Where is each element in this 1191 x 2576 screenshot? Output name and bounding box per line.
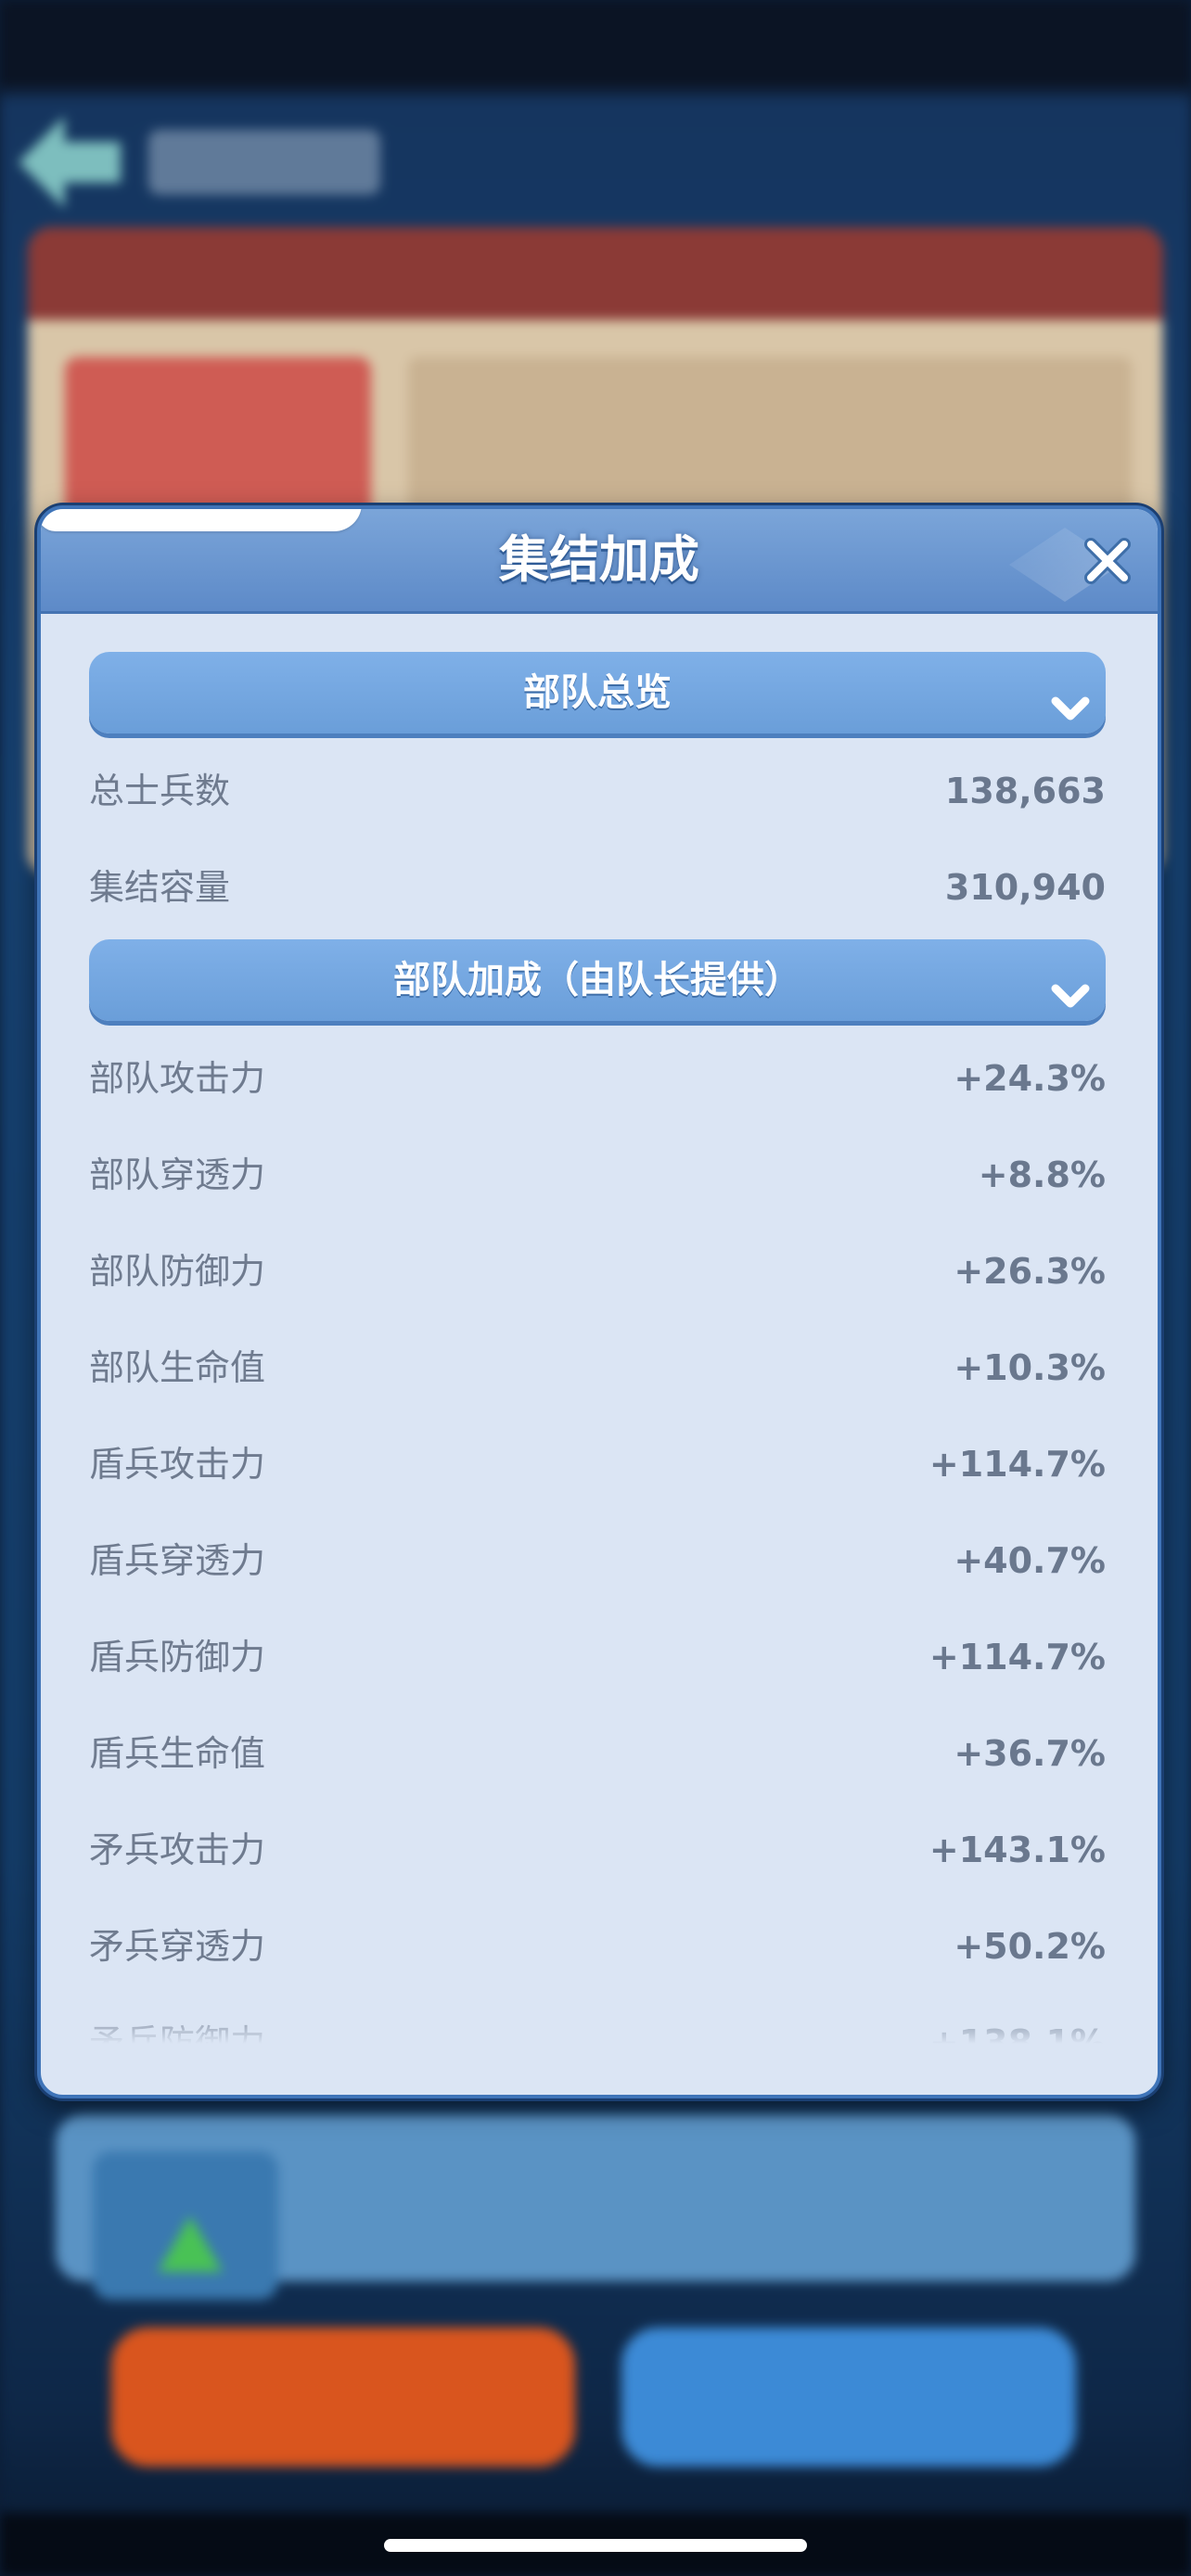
stat-label: 盾兵生命值 bbox=[89, 1733, 266, 1774]
section-header-troop-overview[interactable]: 部队总览 bbox=[89, 652, 1106, 733]
home-indicator bbox=[384, 2539, 807, 2552]
background-lower-panel bbox=[56, 2114, 1135, 2300]
stat-row: 部队生命值 +10.3% bbox=[89, 1320, 1106, 1416]
modal-header: 集结加成 bbox=[41, 509, 1158, 614]
scroll-fade bbox=[41, 2007, 1158, 2044]
stat-row: 盾兵生命值 +36.7% bbox=[89, 1705, 1106, 1802]
stat-label: 总士兵数 bbox=[89, 771, 231, 811]
stat-row: 部队防御力 +26.3% bbox=[89, 1223, 1106, 1320]
stat-row-rally-capacity: 集结容量 310,940 bbox=[89, 839, 1106, 936]
stat-value: +8.8% bbox=[978, 1154, 1106, 1195]
stat-value: 138,663 bbox=[944, 771, 1106, 811]
stat-value: +26.3% bbox=[954, 1251, 1106, 1292]
stat-label: 盾兵防御力 bbox=[89, 1637, 266, 1677]
background-title bbox=[148, 130, 380, 195]
stat-label: 盾兵穿透力 bbox=[89, 1540, 266, 1581]
modal-body[interactable]: 部队总览 总士兵数 138,663 集结容量 310,940 部队加成（由队长提… bbox=[41, 611, 1158, 2044]
background-orange-button bbox=[111, 2327, 575, 2467]
background-blue-button bbox=[621, 2327, 1076, 2467]
stat-value: +36.7% bbox=[954, 1733, 1106, 1774]
stat-value: +50.2% bbox=[954, 1926, 1106, 1967]
stat-label: 矛兵穿透力 bbox=[89, 1926, 266, 1967]
stat-row: 矛兵穿透力 +50.2% bbox=[89, 1898, 1106, 1995]
stat-label: 部队防御力 bbox=[89, 1251, 266, 1292]
back-arrow-icon bbox=[19, 116, 121, 209]
chevron-down-icon bbox=[1048, 674, 1093, 721]
stat-label: 盾兵攻击力 bbox=[89, 1444, 266, 1485]
stat-label: 部队生命值 bbox=[89, 1347, 266, 1388]
section-title: 部队加成（由队长提供） bbox=[393, 959, 801, 1001]
stat-label: 集结容量 bbox=[89, 867, 231, 908]
stat-value: 310,940 bbox=[944, 867, 1106, 908]
section-header-troop-bonus[interactable]: 部队加成（由队长提供） bbox=[89, 939, 1106, 1021]
stat-row: 部队穿透力 +8.8% bbox=[89, 1127, 1106, 1223]
stat-row: 盾兵穿透力 +40.7% bbox=[89, 1512, 1106, 1609]
stat-row: 盾兵攻击力 +114.7% bbox=[89, 1416, 1106, 1512]
stat-row: 部队攻击力 +24.3% bbox=[89, 1030, 1106, 1127]
stat-value: +40.7% bbox=[954, 1540, 1106, 1581]
section-title: 部队总览 bbox=[523, 671, 672, 714]
close-x-icon bbox=[1084, 538, 1131, 584]
stat-value: +114.7% bbox=[928, 1637, 1106, 1677]
close-button[interactable] bbox=[1082, 535, 1133, 587]
stat-label: 部队攻击力 bbox=[89, 1058, 266, 1099]
modal-title: 集结加成 bbox=[499, 530, 699, 589]
stat-label: 部队穿透力 bbox=[89, 1154, 266, 1195]
rally-bonus-modal: 集结加成 部队总览 总士兵数 138,663 集结容量 310,940 部队加成… bbox=[37, 505, 1161, 2098]
stat-row: 盾兵防御力 +114.7% bbox=[89, 1609, 1106, 1705]
stat-value: +143.1% bbox=[928, 1830, 1106, 1870]
stat-row-total-soldiers: 总士兵数 138,663 bbox=[89, 743, 1106, 839]
stat-value: +24.3% bbox=[954, 1058, 1106, 1099]
stat-label: 矛兵攻击力 bbox=[89, 1830, 266, 1870]
chevron-down-icon bbox=[1048, 962, 1093, 1008]
stat-value: +10.3% bbox=[954, 1347, 1106, 1388]
stat-value: +114.7% bbox=[928, 1444, 1106, 1485]
background-card-header bbox=[28, 227, 1163, 320]
stat-row: 矛兵攻击力 +143.1% bbox=[89, 1802, 1106, 1898]
